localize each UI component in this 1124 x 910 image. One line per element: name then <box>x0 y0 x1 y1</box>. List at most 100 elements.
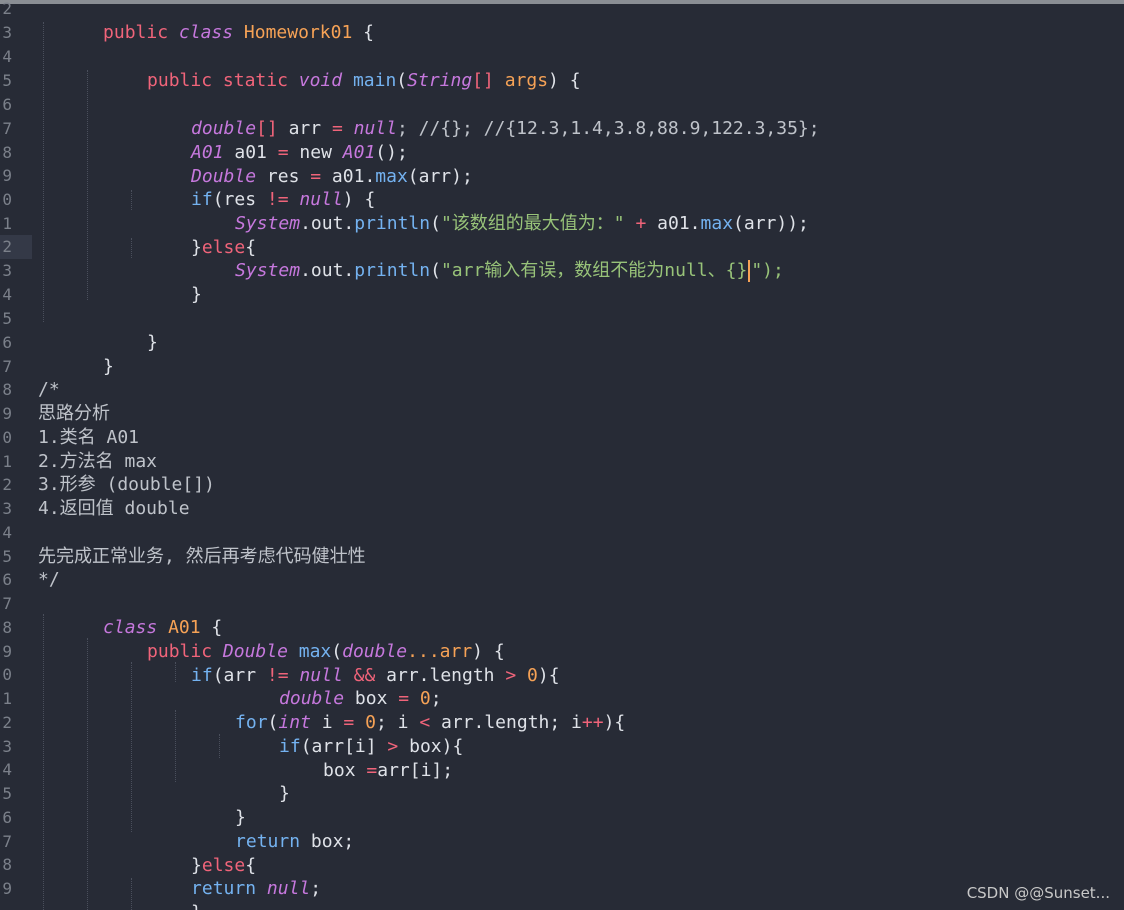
line-number: 5 <box>2 71 12 90</box>
line-number: 8 <box>2 380 12 399</box>
line-number: 7 <box>2 119 12 138</box>
comment-line[interactable]: 1.类名 A01 <box>38 426 139 450</box>
line-number: 5 <box>2 547 12 566</box>
operator: > <box>505 665 517 686</box>
code-line[interactable]: for(int i = 0; i < arr.length; i++){ <box>170 687 625 733</box>
code-editor[interactable]: 2 3 4 5 6 7 8 9 0 1 2 3 4 5 6 7 8 9 0 1 … <box>0 0 1124 910</box>
line-number: 9 <box>2 642 12 661</box>
code-line[interactable]: return box; <box>170 806 354 852</box>
keyword: return <box>191 878 267 899</box>
line-number: 9 <box>2 879 12 898</box>
code-line[interactable]: } <box>126 877 202 910</box>
code-line[interactable]: class A01 { <box>38 592 222 638</box>
code-line[interactable]: public class Homework01 { <box>38 0 374 43</box>
code-line[interactable]: System.out.println("arr输入有误，数组不能为null、{}… <box>170 235 784 282</box>
line-number: 0 <box>2 665 12 684</box>
line-number: 8 <box>2 618 12 637</box>
method-name: println <box>354 260 431 281</box>
line-number: 6 <box>2 808 12 827</box>
code-line[interactable]: return null; <box>126 853 321 899</box>
comment-line[interactable]: 先完成正常业务, 然后再考虑代码健壮性 <box>38 545 366 569</box>
line-number: 9 <box>2 166 12 185</box>
code-line[interactable]: } <box>170 782 246 828</box>
line-number: 7 <box>2 594 12 613</box>
comment-line[interactable]: /* <box>38 378 60 402</box>
punctuation: } <box>147 332 158 353</box>
punctuation: } <box>279 783 290 804</box>
code-line[interactable]: System.out.println("该数组的最大值为：" + a01.max… <box>170 188 809 234</box>
line-number: 2 <box>2 713 12 732</box>
code-line[interactable]: } <box>82 307 158 353</box>
code-line[interactable]: } <box>126 259 202 305</box>
comment-line[interactable]: 3.形参 (double[]) <box>38 473 215 497</box>
punctuation: } <box>191 284 202 305</box>
code-line[interactable]: }else{ <box>126 830 256 876</box>
code-line[interactable]: if(arr != null && arr.length > 0){ <box>126 640 560 686</box>
punctuation: ; <box>310 878 322 899</box>
line-number: 5 <box>2 784 12 803</box>
keyword: static <box>222 70 299 91</box>
code-line[interactable]: if(res != null) { <box>126 164 375 210</box>
operator: + <box>624 213 658 234</box>
number: 0 <box>516 665 538 686</box>
code-line[interactable]: Double res = a01.max(arr); <box>126 141 473 187</box>
punctuation: } <box>191 902 202 910</box>
punctuation: ( <box>430 260 441 281</box>
code-area[interactable]: public class Homework01 { public static … <box>38 0 1118 910</box>
line-number-gutter: 2 3 4 5 6 7 8 9 0 1 2 3 4 5 6 7 8 9 0 1 … <box>0 0 32 910</box>
parameter: args <box>493 70 549 91</box>
identifier: a01. <box>657 213 701 234</box>
operator: = <box>366 760 378 781</box>
punctuation: ) { <box>548 70 581 91</box>
line-number: 2 <box>2 475 12 494</box>
code-line[interactable]: double[] arr = null; //{}; //{12.3,1.4,3… <box>126 93 820 139</box>
line-number: 4 <box>2 285 12 304</box>
code-line[interactable]: double box = 0; <box>214 663 442 709</box>
type: void <box>298 70 353 91</box>
string-end: "); <box>751 260 784 281</box>
identifier: .out. <box>300 213 355 234</box>
line-number: 6 <box>2 570 12 589</box>
comment-line[interactable]: 4.返回值 double <box>38 497 190 521</box>
code-line[interactable]: A01 a01 = new A01(); <box>126 117 408 163</box>
literal: null <box>266 878 311 899</box>
line-number: 4 <box>2 523 12 542</box>
line-number: 3 <box>2 261 12 280</box>
code-line[interactable]: } <box>38 331 114 377</box>
comment: 4.返回值 double <box>38 498 190 519</box>
punctuation: [] <box>472 70 494 91</box>
comment-line[interactable]: 思路分析 <box>38 402 110 426</box>
class-name: Homework01 <box>243 22 364 43</box>
code-line[interactable]: box =arr[i]; <box>258 735 453 781</box>
keyword: public <box>103 22 179 43</box>
comment: 1.类名 A01 <box>38 427 140 448</box>
line-number: 3 <box>2 499 12 518</box>
code-line[interactable]: } <box>214 758 290 804</box>
line-number: 2 <box>2 0 12 18</box>
line-number: 3 <box>2 737 12 756</box>
punctuation: ){ <box>537 665 560 686</box>
method-name: max <box>700 213 734 234</box>
keyword: public <box>147 70 223 91</box>
identifier: box; <box>310 831 355 852</box>
line-number: 1 <box>2 214 12 233</box>
line-number: 7 <box>2 832 12 851</box>
keyword: if <box>191 665 213 686</box>
line-number: 6 <box>2 333 12 352</box>
line-number: 6 <box>2 95 12 114</box>
code-line[interactable]: public Double max(double...arr) { <box>82 616 505 662</box>
line-number: 1 <box>2 689 12 708</box>
comment-line[interactable]: */ <box>38 568 60 592</box>
line-number: 0 <box>2 428 12 447</box>
keyword: class <box>178 22 244 43</box>
line-number: 4 <box>2 47 12 66</box>
code-line[interactable]: public static void main(String[] args) { <box>82 45 581 91</box>
line-number: 3 <box>2 23 12 42</box>
comment-line[interactable]: 2.方法名 max <box>38 450 157 474</box>
line-number: 9 <box>2 404 12 423</box>
code-line[interactable]: if(arr[i] > box){ <box>214 711 463 757</box>
code-line[interactable]: } <box>82 900 158 910</box>
comment: */ <box>38 569 60 590</box>
comment: 3.形参 (double[]) <box>38 474 215 495</box>
code-line[interactable]: }else{ <box>126 212 256 258</box>
